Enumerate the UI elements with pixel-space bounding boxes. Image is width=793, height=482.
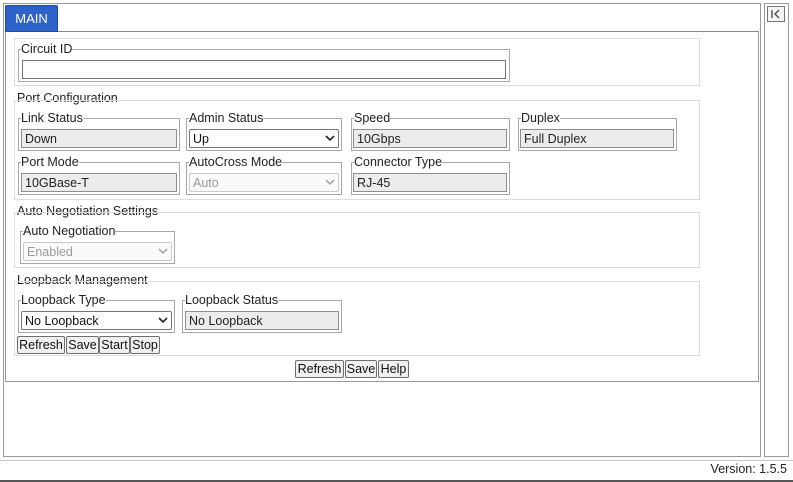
link-status-value: Down [21, 129, 177, 148]
duplex-value: Full Duplex [520, 129, 674, 148]
loopback-save-button[interactable]: Save [66, 336, 99, 354]
auto-neg-label: Auto Negotiation [23, 224, 116, 238]
side-panel [764, 3, 789, 457]
save-button[interactable]: Save [345, 360, 377, 378]
connector-type-label: Connector Type [354, 155, 443, 169]
loopback-status-label: Loopback Status [185, 293, 279, 307]
chevron-down-icon [325, 178, 335, 188]
port-mode-label: Port Mode [21, 155, 79, 169]
collapse-button[interactable] [767, 6, 785, 22]
admin-status-value: Up [193, 131, 209, 146]
duplex-label: Duplex [521, 111, 560, 125]
speed-value: 10Gbps [353, 129, 507, 148]
auto-neg-select[interactable]: Enabled [23, 242, 172, 261]
autocross-select[interactable]: Auto [189, 173, 339, 192]
auto-neg-value: Enabled [27, 244, 73, 259]
loopback-refresh-button[interactable]: Refresh [17, 336, 65, 354]
loopback-type-label: Loopback Type [21, 293, 106, 307]
port-mode-value: 10GBase-T [21, 173, 177, 192]
autocross-label: AutoCross Mode [189, 155, 283, 169]
collapse-left-icon [771, 9, 780, 19]
circuit-id-input[interactable] [22, 60, 506, 79]
admin-status-label: Admin Status [189, 111, 264, 125]
help-button[interactable]: Help [378, 360, 409, 378]
circuit-id-label: Circuit ID [21, 42, 73, 56]
loopback-start-button[interactable]: Start [99, 336, 130, 354]
refresh-button[interactable]: Refresh [295, 360, 344, 378]
version-text: Version: 1.5.5 [710, 462, 787, 476]
chevron-down-icon [325, 134, 335, 144]
speed-label: Speed [354, 111, 391, 125]
footer-divider [0, 460, 793, 461]
autocross-value: Auto [193, 175, 219, 190]
loopback-type-value: No Loopback [25, 313, 99, 328]
link-status-label: Link Status [21, 111, 83, 125]
loopback-type-select[interactable]: No Loopback [21, 311, 172, 330]
admin-status-select[interactable]: Up [189, 129, 339, 148]
chevron-down-icon [158, 247, 168, 257]
loopback-stop-button[interactable]: Stop [130, 336, 160, 354]
tab-main[interactable]: MAIN [5, 5, 58, 32]
chevron-down-icon [158, 316, 168, 326]
loopback-status-value: No Loopback [185, 311, 339, 330]
connector-type-value: RJ-45 [353, 173, 507, 192]
